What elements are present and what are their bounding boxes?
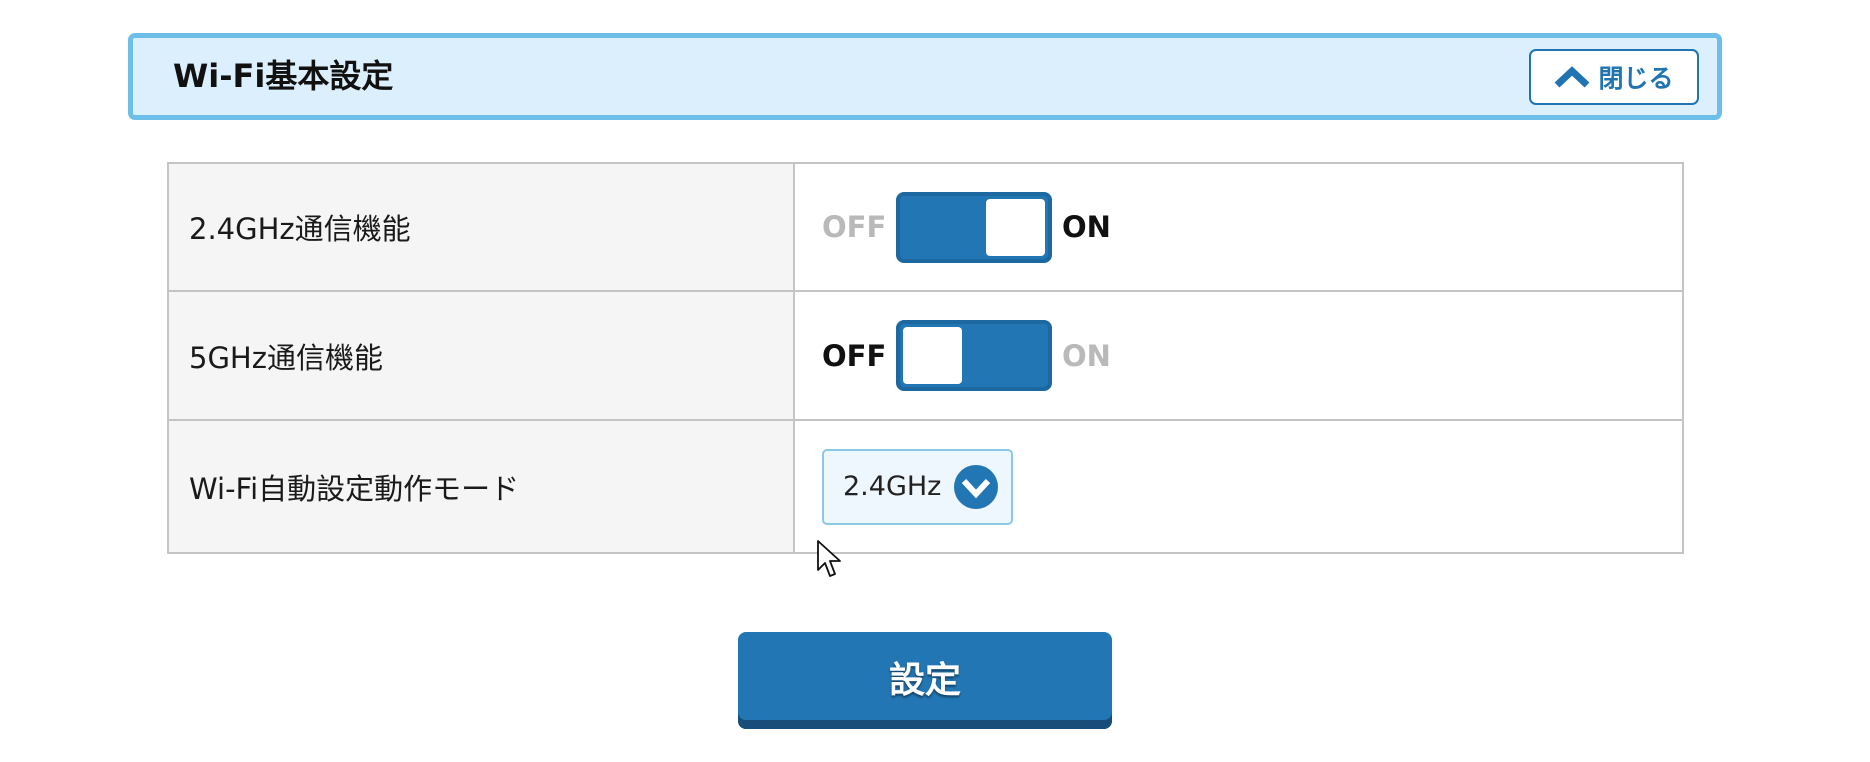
- switch-24ghz[interactable]: [896, 191, 1052, 263]
- switch-knob[interactable]: [903, 327, 962, 384]
- setting-value: OFF ON: [793, 290, 1684, 421]
- setting-value: 2.4GHz: [793, 419, 1684, 554]
- chevron-down-circle-icon: [954, 464, 999, 509]
- setting-row-auto-mode: Wi-Fi自動設定動作モード 2.4GHz: [167, 419, 1684, 554]
- switch-knob[interactable]: [986, 198, 1045, 256]
- section-header: Wi-Fi基本設定 閉じる: [128, 33, 1722, 120]
- submit-button[interactable]: 設定: [738, 632, 1112, 729]
- setting-label: Wi-Fi自動設定動作モード: [167, 419, 795, 554]
- settings-table: 2.4GHz通信機能 OFF ON 5GHz通信機能 OFF ON Wi-Fi自…: [167, 162, 1684, 554]
- close-button-label: 閉じる: [1598, 64, 1674, 93]
- setting-label: 2.4GHz通信機能: [167, 162, 795, 292]
- toggle-off-label: OFF: [822, 210, 887, 244]
- setting-label: 5GHz通信機能: [167, 290, 795, 421]
- toggle-off-label: OFF: [822, 338, 887, 373]
- toggle-on-label: ON: [1062, 338, 1111, 373]
- mouse-cursor-icon: [817, 540, 841, 577]
- toggle-5ghz: OFF ON: [822, 320, 1682, 391]
- auto-mode-select[interactable]: 2.4GHz: [822, 448, 1013, 525]
- section-title: Wi-Fi基本設定: [173, 57, 394, 95]
- toggle-on-label: ON: [1062, 210, 1111, 244]
- switch-5ghz[interactable]: [896, 320, 1052, 391]
- setting-row-5ghz: 5GHz通信機能 OFF ON: [167, 290, 1684, 421]
- toggle-24ghz: OFF ON: [822, 191, 1682, 263]
- chevron-up-icon: [1555, 66, 1590, 88]
- setting-value: OFF ON: [793, 162, 1684, 292]
- close-button[interactable]: 閉じる: [1529, 49, 1699, 105]
- select-value: 2.4GHz: [843, 471, 942, 502]
- setting-row-24ghz: 2.4GHz通信機能 OFF ON: [167, 162, 1684, 292]
